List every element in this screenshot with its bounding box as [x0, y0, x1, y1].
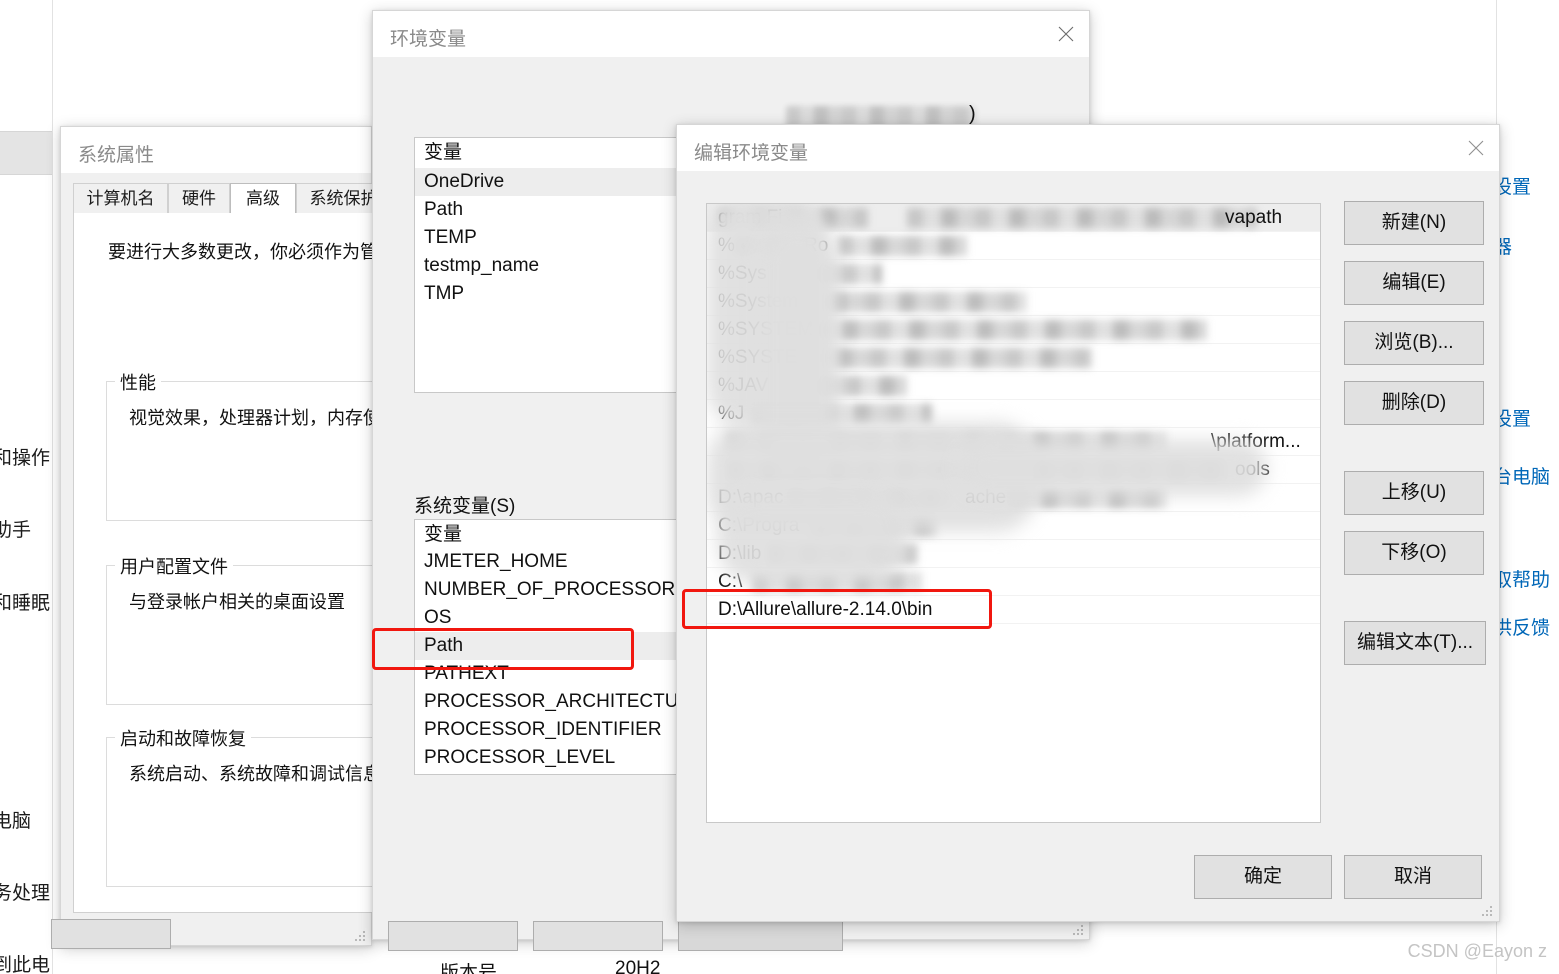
browse-button[interactable]: 浏览(B)... — [1344, 321, 1484, 365]
redaction-bar — [837, 236, 967, 256]
version-label: 版本号 — [440, 963, 498, 974]
delete-button[interactable]: 删除(D) — [1344, 381, 1484, 425]
edit-env-resize-grip[interactable] — [1481, 903, 1495, 917]
settings-left-nav-selection — [0, 131, 52, 175]
redaction-bar — [802, 348, 1092, 368]
close-icon[interactable] — [1453, 125, 1499, 171]
settings-related-link[interactable]: 台电脑 — [1493, 462, 1550, 489]
user-profiles-group-desc: 与登录帐户相关的桌面设置 — [129, 592, 345, 612]
system-properties-title: 系统属性 — [78, 145, 155, 166]
move-up-button[interactable]: 上移(U) — [1344, 471, 1484, 515]
edit-env-titlebar: 编辑环境变量 — [677, 125, 1499, 172]
startup-recovery-group-title: 启动和故障恢复 — [115, 725, 251, 751]
path-entry-row-allure[interactable]: D:\Allure\allure-2.14.0\bin — [707, 596, 1320, 624]
ok-button[interactable]: 确定 — [1194, 855, 1332, 899]
edit-button[interactable]: 编辑(E) — [1344, 261, 1484, 305]
csdn-watermark: CSDN @Eayon z — [1407, 941, 1547, 961]
screen-root: 页 置 示 音 口和操作 庄助手 原和睡眠 也 者 反电脑 任务处理 影到此电 … — [0, 0, 1559, 974]
move-down-button[interactable]: 下移(O) — [1344, 531, 1484, 575]
user-profiles-group-title: 用户配置文件 — [115, 553, 233, 579]
tab-hardware[interactable]: 硬件 — [168, 183, 230, 213]
settings-nav-item[interactable]: 庄助手 — [0, 515, 31, 542]
edit-environment-variable-dialog: 编辑环境变量 gram Fi vapath % Ro — [676, 124, 1500, 922]
system-properties-tabs: 计算机名 硬件 高级 系统保护 — [73, 183, 391, 213]
system-properties-dialog: 系统属性 要进行大多数更改，你必须作为管 性能 视觉效果，处理器计划，内存使用 … — [51, 126, 436, 949]
path-entry-tail: vapath — [1225, 207, 1283, 228]
environment-variables-titlebar: 环境变量 — [373, 11, 1089, 58]
close-icon[interactable] — [1043, 11, 1089, 57]
environment-variables-title: 环境变量 — [390, 29, 467, 50]
settings-nav-item[interactable]: 原和睡眠 — [0, 588, 50, 615]
settings-related-link[interactable]: 供反馈 — [1493, 613, 1550, 640]
settings-related-link[interactable]: 取帮助 — [1493, 565, 1550, 592]
edit-text-button[interactable]: 编辑文本(T)... — [1344, 621, 1486, 665]
system-variables-label: 系统变量(S) — [414, 496, 516, 517]
system-properties-titlebar: 系统属性 — [61, 127, 371, 174]
edit-env-title: 编辑环境变量 — [694, 143, 809, 164]
performance-group-title: 性能 — [115, 369, 161, 395]
user-variables-label-suffix: ) — [969, 103, 976, 125]
settings-nav-item[interactable]: 口和操作 — [0, 443, 50, 470]
tab-computer-name[interactable]: 计算机名 — [73, 183, 168, 213]
settings-nav-item[interactable]: 反电脑 — [0, 806, 31, 833]
cancel-button[interactable]: 取消 — [1344, 855, 1482, 899]
settings-left-nav: 页 置 示 音 口和操作 庄助手 原和睡眠 也 者 反电脑 任务处理 影到此电 — [0, 0, 53, 974]
system-properties-intro: 要进行大多数更改，你必须作为管 — [108, 242, 378, 262]
startup-recovery-group-desc: 系统启动、系统故障和调试信息 — [129, 764, 381, 784]
redaction-bar — [807, 320, 1207, 340]
envvars-ok-button[interactable] — [388, 921, 518, 951]
envvars-cancel-button[interactable] — [533, 921, 663, 951]
redaction-blob — [957, 440, 1267, 496]
version-value: 20H2 — [615, 958, 661, 974]
redaction-bar — [907, 208, 1257, 228]
new-button[interactable]: 新建(N) — [1344, 201, 1484, 245]
settings-nav-item[interactable]: 影到此电 — [0, 950, 50, 974]
envvars-extra-button[interactable] — [678, 921, 843, 951]
settings-nav-item[interactable]: 任务处理 — [0, 878, 50, 905]
performance-group-desc: 视觉效果，处理器计划，内存使用 — [129, 408, 399, 428]
path-entry-text: D:\Allure\allure-2.14.0\bin — [718, 599, 933, 620]
tab-advanced[interactable]: 高级 — [230, 183, 296, 213]
sysprops-ok-button[interactable] — [51, 919, 171, 949]
settings-related-links: 设置 器 | | 设置 台电脑 取帮助 供反馈 — [1493, 0, 1559, 974]
envvars-resize-grip[interactable] — [1072, 922, 1086, 936]
path-entries-listbox[interactable]: gram Fi vapath % Ro %Sys %System — [706, 203, 1321, 823]
redaction-blob — [717, 494, 907, 584]
sysprops-resize-grip[interactable] — [354, 928, 368, 942]
